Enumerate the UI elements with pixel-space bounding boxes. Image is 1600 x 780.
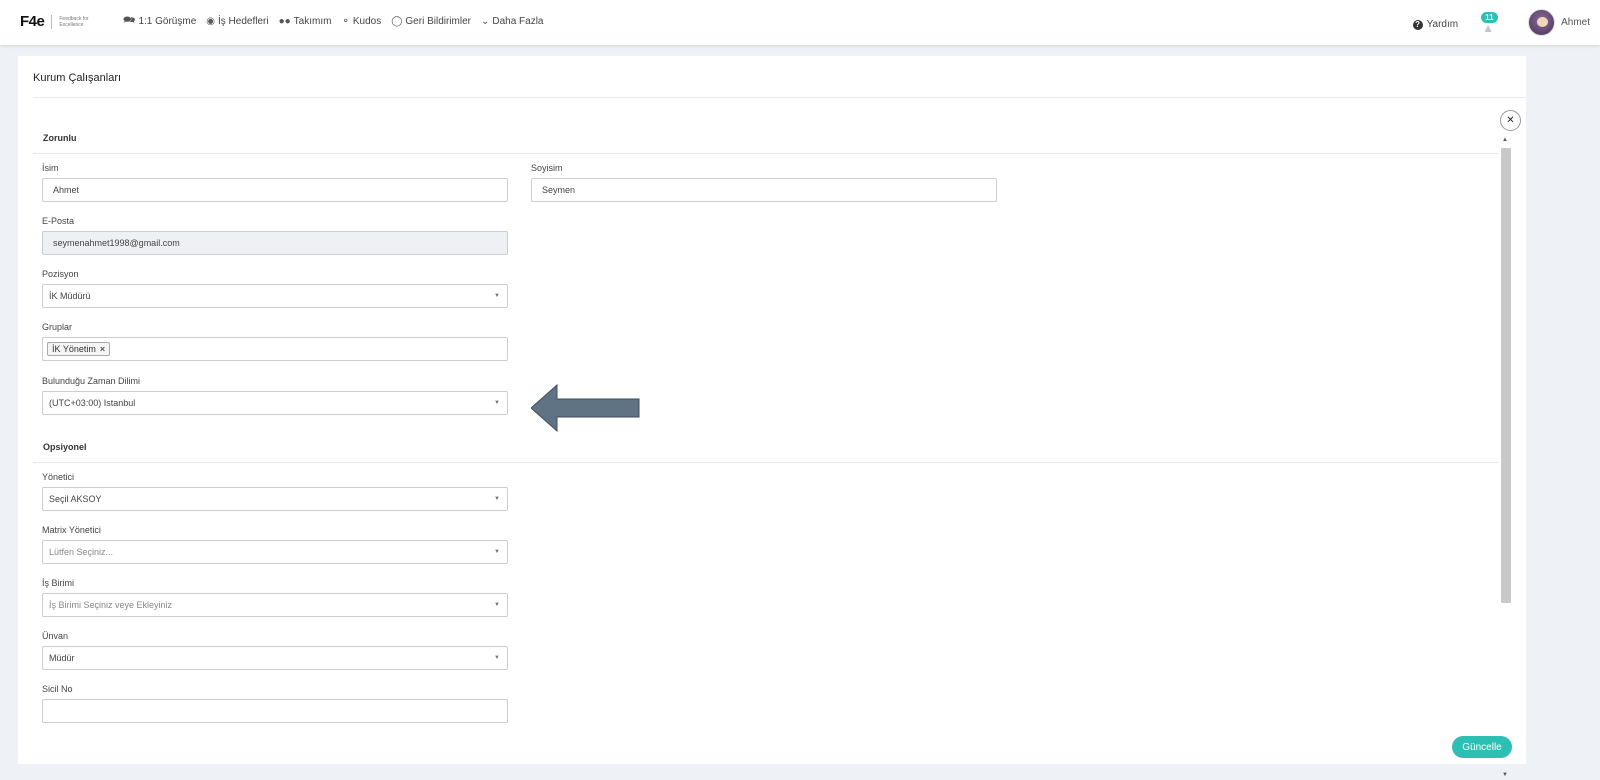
required-section-title: Zorunlu xyxy=(43,133,77,143)
close-button[interactable]: ✕ xyxy=(1500,110,1521,131)
employee-card: Kurum Çalışanları ✕ Zorunlu İsim Ahmet S… xyxy=(18,56,1526,778)
group-tag-label: İK Yönetim xyxy=(52,344,96,354)
remove-tag-icon[interactable]: × xyxy=(100,344,105,354)
first-name-label: İsim xyxy=(42,163,59,173)
nav-item-kudos[interactable]: ⚬ Kudos xyxy=(341,16,381,27)
email-label: E-Posta xyxy=(42,216,75,226)
business-unit-select[interactable]: İş Birimi Seçiniz veye Ekleyiniz ▼ xyxy=(42,593,508,617)
email-field: seymenahmet1998@gmail.com xyxy=(42,231,508,255)
matrix-manager-placeholder: Lütfen Seçiniz... xyxy=(49,547,114,557)
nav-item-more[interactable]: ⌄ Daha Fazla xyxy=(481,16,544,27)
main-nav: 🗪 1:1 Görüşme ◉ İş Hedefleri ●● Takımım … xyxy=(123,13,554,30)
title-select[interactable]: Müdür ▼ xyxy=(42,646,508,670)
matrix-manager-label: Matrix Yönetici xyxy=(42,525,101,535)
page-title: Kurum Çalışanları xyxy=(33,72,122,84)
timezone-label: Bulunduğu Zaman Dilimi xyxy=(42,376,141,386)
business-unit-placeholder: İş Birimi Seçiniz veye Ekleyiniz xyxy=(49,600,173,610)
groups-label: Gruplar xyxy=(42,322,73,332)
registry-no-label: Sicil No xyxy=(42,684,73,694)
chat-icon: 🗪 xyxy=(123,15,136,26)
business-unit-label: İş Birimi xyxy=(42,578,74,588)
question-icon: ? xyxy=(1412,19,1423,30)
position-label: Pozisyon xyxy=(42,269,79,279)
chevron-down-icon: ▼ xyxy=(494,293,500,299)
nav-item-label: Kudos xyxy=(352,16,382,27)
comment-icon: ◯ xyxy=(391,16,403,27)
award-icon: ⚬ xyxy=(341,16,350,27)
timezone-value: (UTC+03:00) Istanbul xyxy=(49,398,136,408)
nav-item-label: Takımım xyxy=(293,16,332,27)
chevron-down-icon: ▼ xyxy=(494,549,500,555)
notifications-button[interactable]: ▲ 11 xyxy=(1480,11,1498,35)
user-name[interactable]: Ahmet xyxy=(1561,17,1590,28)
nav-item-label: İş Hedefleri xyxy=(218,16,269,27)
avatar[interactable] xyxy=(1528,9,1556,36)
matrix-manager-select[interactable]: Lütfen Seçiniz... ▼ xyxy=(42,540,508,564)
nav-item-label: Geri Bildirimler xyxy=(405,16,471,27)
annotation-arrow-icon xyxy=(531,384,640,432)
chevron-down-icon: ▼ xyxy=(494,400,500,406)
chevron-down-icon: ▼ xyxy=(494,496,500,502)
help-link[interactable]: ? Yardım xyxy=(1412,19,1459,30)
manager-value: Seçil AKSOY xyxy=(49,494,102,504)
groups-multiselect[interactable]: İK Yönetim × xyxy=(42,337,508,361)
logo-tagline: Feedback for Excellence xyxy=(59,15,89,28)
group-tag: İK Yönetim × xyxy=(47,342,111,356)
notification-badge: 11 xyxy=(1481,11,1498,23)
first-name-value: Ahmet xyxy=(53,185,80,195)
scrollbar-thumb[interactable] xyxy=(1501,148,1511,603)
section-divider xyxy=(33,153,1498,154)
manager-select[interactable]: Seçil AKSOY ▼ xyxy=(42,487,508,511)
section-divider xyxy=(33,462,1498,463)
chevron-down-icon: ▼ xyxy=(494,602,500,608)
scroll-up-icon[interactable]: ▲ xyxy=(1502,137,1508,143)
logo-divider xyxy=(51,14,53,29)
employee-form: Zorunlu İsim Ahmet Soyisim Seymen E-Post… xyxy=(33,122,1498,768)
chevron-down-icon: ⌄ xyxy=(480,16,490,27)
manager-label: Yönetici xyxy=(42,472,75,482)
update-button[interactable]: Güncelle xyxy=(1452,736,1512,758)
app-logo[interactable]: F4e Feedback for Excellence xyxy=(20,13,99,30)
registry-no-input[interactable] xyxy=(42,699,508,723)
help-label: Yardım xyxy=(1426,19,1459,30)
title-value: Müdür xyxy=(49,653,75,663)
email-value: seymenahmet1998@gmail.com xyxy=(53,238,180,248)
nav-item-one-on-one[interactable]: 🗪 1:1 Görüşme xyxy=(123,13,196,30)
first-name-input[interactable]: Ahmet xyxy=(42,178,508,202)
last-name-label: Soyisim xyxy=(531,163,563,173)
last-name-input[interactable]: Seymen xyxy=(531,178,997,202)
timezone-select[interactable]: (UTC+03:00) Istanbul ▼ xyxy=(42,391,508,415)
position-value: İK Müdürü xyxy=(49,291,91,301)
user-nav: ? Yardım ▲ 11 Ahmet xyxy=(1412,9,1590,36)
nav-item-label: 1:1 Görüşme xyxy=(138,16,197,27)
form-scrollbar[interactable]: ▲ ▼ xyxy=(1500,134,1512,780)
top-navigation-bar: F4e Feedback for Excellence 🗪 1:1 Görüşm… xyxy=(0,0,1600,45)
target-icon: ◉ xyxy=(206,16,215,27)
nav-item-feedback[interactable]: ◯ Geri Bildirimler xyxy=(391,16,471,27)
nav-item-goals[interactable]: ◉ İş Hedefleri xyxy=(206,16,268,27)
close-icon: ✕ xyxy=(1506,115,1515,126)
position-select[interactable]: İK Müdürü ▼ xyxy=(42,284,508,308)
team-icon: ●● xyxy=(278,16,291,27)
nav-item-label: Daha Fazla xyxy=(492,16,544,27)
chevron-down-icon: ▼ xyxy=(494,655,500,661)
optional-section-title: Opsiyonel xyxy=(43,442,87,452)
last-name-value: Seymen xyxy=(542,185,576,195)
title-label: Ünvan xyxy=(42,631,69,641)
logo-mark: F4e xyxy=(20,13,45,30)
scroll-down-icon[interactable]: ▼ xyxy=(1502,772,1508,778)
bell-icon: ▲ xyxy=(1482,20,1494,35)
nav-item-team[interactable]: ●● Takımım xyxy=(279,16,332,27)
title-divider xyxy=(33,97,1526,98)
